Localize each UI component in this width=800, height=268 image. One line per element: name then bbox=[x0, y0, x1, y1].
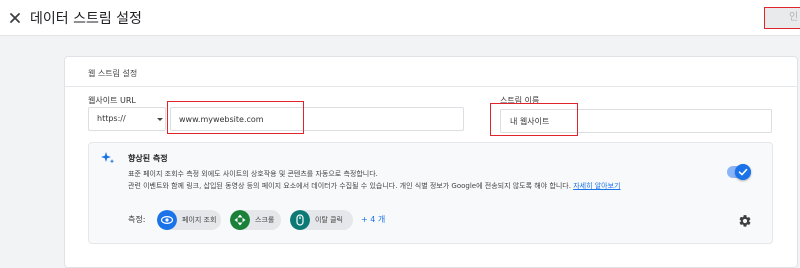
measures-label: 측정: bbox=[128, 215, 146, 224]
protocol-select[interactable]: https:// bbox=[88, 107, 166, 131]
chevron-down-icon bbox=[157, 118, 163, 121]
chip-label: 페이지 조회 bbox=[182, 216, 217, 224]
check-icon[interactable] bbox=[735, 164, 751, 180]
gear-icon[interactable] bbox=[738, 214, 752, 228]
enhanced-measurement-title: 향상된 측정 bbox=[128, 154, 168, 163]
enhanced-description-line2: 관련 이벤트와 함께 링크, 삽입된 동영상 등의 페이지 요소에서 데이터가 … bbox=[128, 181, 621, 191]
sparkle-icon bbox=[101, 152, 115, 164]
chip-label: 스크롤 bbox=[255, 216, 275, 224]
page-title: 데이터 스트림 설정 bbox=[30, 11, 142, 27]
close-icon[interactable] bbox=[7, 10, 23, 26]
enhanced-description-line1: 표준 페이지 조회수 측정 외에도 사이트의 상호작용 및 콘텐츠를 자동으로 … bbox=[128, 170, 378, 178]
section-title: 웹 스트림 설정 bbox=[88, 69, 138, 78]
more-measures-link[interactable]: + 4 개 bbox=[361, 214, 385, 225]
measure-chip-page-views[interactable]: 페이지 조회 bbox=[157, 210, 221, 230]
website-url-label: 웹사이트 URL bbox=[88, 96, 136, 105]
outbound-click-icon bbox=[290, 210, 310, 230]
learn-more-link[interactable]: 자세히 알아보기 bbox=[573, 182, 620, 190]
highlight-box-url bbox=[167, 101, 304, 134]
measure-chip-outbound-clicks[interactable]: 이탈 클릭 bbox=[290, 210, 353, 230]
description-text: 관련 이벤트와 함께 링크, 삽입된 동영상 등의 페이지 요소에서 데이터가 … bbox=[128, 182, 571, 190]
highlight-box-stream-name bbox=[490, 103, 578, 136]
highlight-box-button bbox=[764, 7, 800, 29]
scroll-icon bbox=[230, 210, 250, 230]
measure-chip-scroll[interactable]: 스크롤 bbox=[230, 210, 281, 230]
divider bbox=[64, 86, 798, 87]
chip-label: 이탈 클릭 bbox=[315, 216, 343, 224]
eye-icon bbox=[157, 210, 177, 230]
